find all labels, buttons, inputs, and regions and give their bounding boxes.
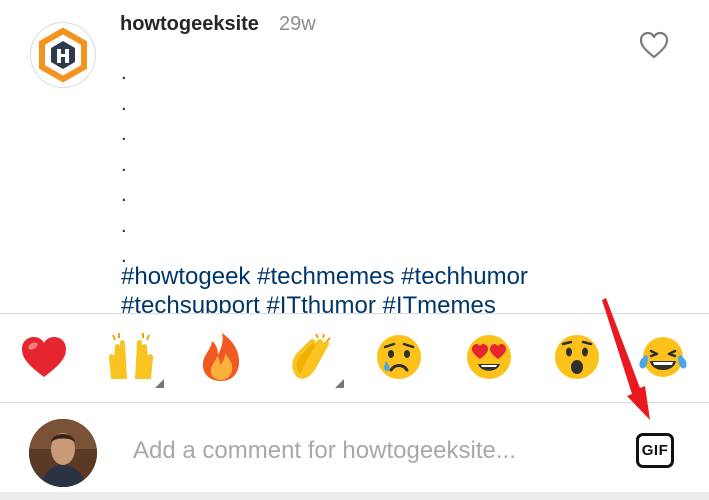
- surprised-face-icon: [555, 335, 599, 379]
- tears-of-joy-icon: [639, 337, 687, 377]
- hashtag-link[interactable]: #ITmemes: [382, 292, 495, 313]
- reaction-clapping-hands[interactable]: [284, 330, 344, 388]
- post-time-ago: 29w: [279, 13, 316, 35]
- reaction-surprised-face[interactable]: [550, 330, 604, 384]
- current-user-avatar[interactable]: [29, 419, 97, 487]
- fire-icon: [202, 333, 240, 381]
- comment-input[interactable]: [133, 436, 603, 466]
- clapping-hands-icon: [292, 333, 331, 379]
- reaction-tears-of-joy[interactable]: [636, 330, 690, 384]
- caption-dot: .: [121, 62, 127, 84]
- gif-button[interactable]: GIF: [636, 433, 674, 468]
- hashtag-link[interactable]: #howtogeek: [121, 263, 250, 290]
- reaction-crying-face[interactable]: [372, 330, 426, 384]
- reaction-fire[interactable]: [194, 330, 248, 384]
- reaction-raising-hands[interactable]: [104, 330, 164, 388]
- skin-tone-indicator: [335, 379, 344, 388]
- post-username[interactable]: howtogeeksite: [120, 13, 259, 36]
- hashtag-link[interactable]: #techhumor: [401, 263, 528, 290]
- brand-avatar[interactable]: [30, 22, 96, 88]
- caption-dot: .: [121, 92, 127, 115]
- user-photo-icon: [29, 419, 97, 487]
- emoji-reaction-bar: [0, 314, 709, 402]
- caption-dot: .: [121, 123, 127, 145]
- howtogeek-logo-icon: [39, 27, 87, 83]
- hashtag-link[interactable]: #techsupport: [121, 292, 260, 313]
- caption-dots: . . . . . . .: [121, 58, 127, 272]
- crying-face-icon: [377, 335, 421, 379]
- post-caption-area: howtogeeksite 29w . . . . . . . #howtoge…: [0, 0, 709, 313]
- bottom-strip: [0, 492, 709, 500]
- hashtag-link[interactable]: #techmemes: [257, 263, 394, 290]
- like-heart-icon[interactable]: [638, 30, 670, 60]
- heart-eyes-icon: [467, 335, 511, 379]
- red-heart-icon: [22, 337, 66, 377]
- caption-dot: .: [121, 184, 127, 206]
- caption-dot: .: [121, 214, 127, 237]
- caption-dot: .: [121, 153, 127, 176]
- hashtag-link[interactable]: #ITthumor: [266, 292, 375, 313]
- hashtag-block: #howtogeek #techmemes #techhumor #techsu…: [121, 262, 701, 313]
- skin-tone-indicator: [155, 379, 164, 388]
- comment-composer: GIF: [0, 403, 709, 493]
- reaction-red-heart[interactable]: [17, 330, 71, 384]
- reaction-heart-eyes[interactable]: [462, 330, 516, 384]
- raising-hands-icon: [109, 333, 153, 379]
